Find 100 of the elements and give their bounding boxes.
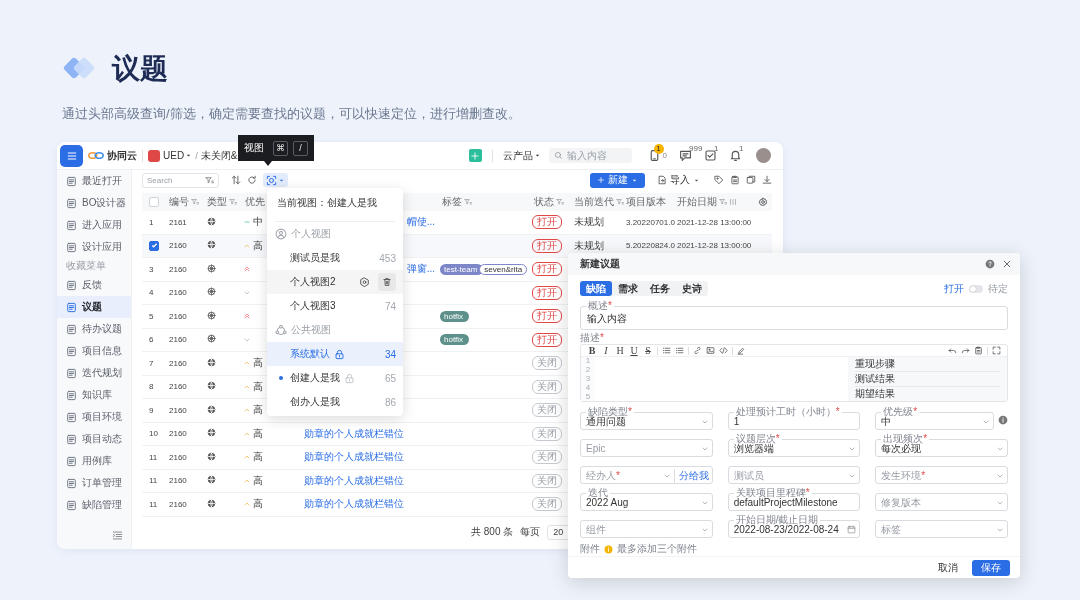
select-field[interactable]: 经办人* 分给我 [580, 460, 713, 484]
page-icon [66, 219, 77, 231]
input-field[interactable]: 关联项目里程碑* defaultProjectMilestone [727, 487, 861, 511]
tag: hotfix [440, 310, 470, 322]
close-icon[interactable] [1002, 259, 1012, 269]
sidebar-item[interactable]: 项目信息 [57, 340, 131, 362]
cancel-button[interactable]: 取消 [938, 561, 958, 575]
select-field[interactable]: 迭代 2022 Aug [580, 487, 713, 511]
template-item[interactable]: 重现步骤 [855, 357, 1000, 372]
select-field[interactable]: 议题层次* 浏览器端 [727, 433, 861, 457]
add-button[interactable] [468, 149, 482, 162]
sidebar-item[interactable]: 最近打开 [57, 170, 131, 192]
avatar[interactable] [756, 148, 771, 163]
select-all-checkbox[interactable] [149, 197, 159, 207]
help-icon[interactable] [985, 259, 995, 269]
italic-button[interactable]: I [601, 345, 611, 356]
view-menu-item[interactable]: 个人视图3 74 [267, 294, 403, 318]
undo-icon[interactable] [948, 346, 957, 355]
sidebar-item[interactable]: 订单管理 [57, 472, 131, 494]
fullscreen-icon[interactable] [992, 346, 1001, 355]
tab[interactable]: 任务 [644, 281, 676, 296]
redo-icon[interactable] [961, 346, 970, 355]
view-menu-item[interactable]: 个人视图2 [267, 270, 403, 294]
tab[interactable]: 史诗 [676, 281, 708, 296]
select-field[interactable]: 发生环境* [875, 460, 1008, 484]
sidebar-item[interactable]: 设计应用 [57, 236, 131, 258]
bold-button[interactable]: B [587, 345, 597, 356]
bulleted-list-icon[interactable] [662, 346, 671, 355]
table-cell-text: 11 [148, 476, 158, 486]
issue-link[interactable]: 弹窗... [406, 263, 435, 275]
page-icon [66, 499, 77, 511]
project-selector[interactable]: UED [163, 150, 193, 161]
template-item[interactable]: 测试结果 [855, 372, 1000, 387]
sidebar-item[interactable]: 知识库 [57, 384, 131, 406]
sidebar-item[interactable]: 用例库 [57, 450, 131, 472]
clipboard-icon[interactable] [974, 346, 983, 355]
numbered-list-icon[interactable] [675, 346, 684, 355]
notification-badge: 1 [653, 143, 664, 154]
sidebar-item[interactable]: 迭代规划 [57, 362, 131, 384]
page-icon [66, 433, 77, 445]
clipboard-icon[interactable] [730, 175, 740, 185]
sidebar-item[interactable]: 待办议题 [57, 318, 131, 340]
product-menu[interactable]: 云产品 [502, 148, 541, 163]
toggle-switch[interactable] [969, 284, 983, 293]
sidebar-item[interactable]: 项目动态 [57, 428, 131, 450]
import-button[interactable]: 导入 [657, 173, 700, 187]
link-icon[interactable] [693, 346, 702, 355]
select-field[interactable]: 优先级* 中 [875, 406, 994, 430]
sidebar-item[interactable]: 反馈 [57, 274, 131, 296]
heading-button[interactable]: H [615, 345, 625, 356]
sidebar-item[interactable]: 缺陷管理 [57, 494, 131, 516]
issue-link[interactable]: 勋章的个人成就栏错位 [304, 451, 404, 463]
view-button[interactable] [263, 173, 288, 187]
bell-icon[interactable] [729, 149, 742, 162]
collapse-icon[interactable] [112, 530, 123, 541]
date-field[interactable]: 开始日期/截止日期 2022-08-23/2022-08-24 [727, 514, 861, 538]
highlighter-icon[interactable] [737, 346, 746, 355]
delete-button[interactable] [378, 273, 396, 291]
save-button[interactable]: 保存 [972, 560, 1010, 576]
issue-link[interactable]: 帽使... [406, 216, 435, 228]
issue-link[interactable]: 勋章的个人成就栏错位 [304, 474, 404, 486]
sidebar-item[interactable]: 议题 [57, 296, 131, 318]
settings-icon[interactable] [758, 197, 768, 207]
code-icon[interactable] [719, 346, 728, 355]
sort-icon[interactable] [231, 175, 241, 185]
table-cell-text: 11 [148, 499, 158, 509]
input-field[interactable]: 处理预计工时（小时）* 1 [727, 406, 861, 430]
assign-to-me-link[interactable]: 分给我 [673, 468, 709, 483]
select-field[interactable]: 出现频次* 每次必现 [875, 433, 1008, 457]
sidebar-item[interactable]: BO设计器 [57, 192, 131, 214]
menu-button[interactable] [60, 144, 83, 167]
copy-icon[interactable] [746, 175, 756, 185]
template-item[interactable]: 期望结果 [855, 387, 1000, 401]
strikethrough-button[interactable]: S [643, 345, 653, 356]
sidebar-item[interactable]: 项目环境 [57, 406, 131, 428]
view-menu-item[interactable]: 创办人是我 86 [267, 390, 403, 414]
view-menu-item[interactable]: 创建人是我 65 [267, 366, 403, 390]
tab[interactable]: 缺陷 [580, 281, 612, 296]
view-menu-item[interactable]: 测试员是我 453 [267, 246, 403, 270]
breadcrumb-item[interactable]: 未关闭& [200, 148, 238, 163]
trash-icon [382, 277, 392, 287]
download-icon[interactable] [762, 175, 772, 185]
message-icon[interactable] [679, 149, 692, 162]
tag-icon[interactable] [714, 175, 724, 185]
required-mark: * [600, 332, 604, 343]
issue-link[interactable]: 勋章的个人成就栏错位 [304, 427, 404, 439]
select-field[interactable]: 缺陷类型* 通用问题 [580, 406, 713, 430]
summary-field[interactable]: 概述* 输入内容 [580, 300, 1008, 330]
row-checkbox[interactable] [149, 240, 159, 251]
image-icon[interactable] [706, 346, 715, 355]
refresh-icon[interactable] [247, 175, 257, 185]
checkbox-icon[interactable] [704, 149, 717, 162]
tab[interactable]: 需求 [612, 281, 644, 296]
new-button[interactable]: 新建 [590, 172, 645, 188]
sidebar-item[interactable]: 进入应用 [57, 214, 131, 236]
view-menu-item[interactable]: 系统默认 34 [267, 342, 403, 366]
rich-text-editor[interactable]: B I H U S 1 2 3 4 5 重现步骤 测试结果 期望结果 [580, 344, 1008, 402]
table-cell-text: 未规划 [573, 215, 605, 230]
underline-button[interactable]: U [629, 345, 639, 356]
issue-link[interactable]: 勋章的个人成就栏错位 [304, 498, 404, 510]
